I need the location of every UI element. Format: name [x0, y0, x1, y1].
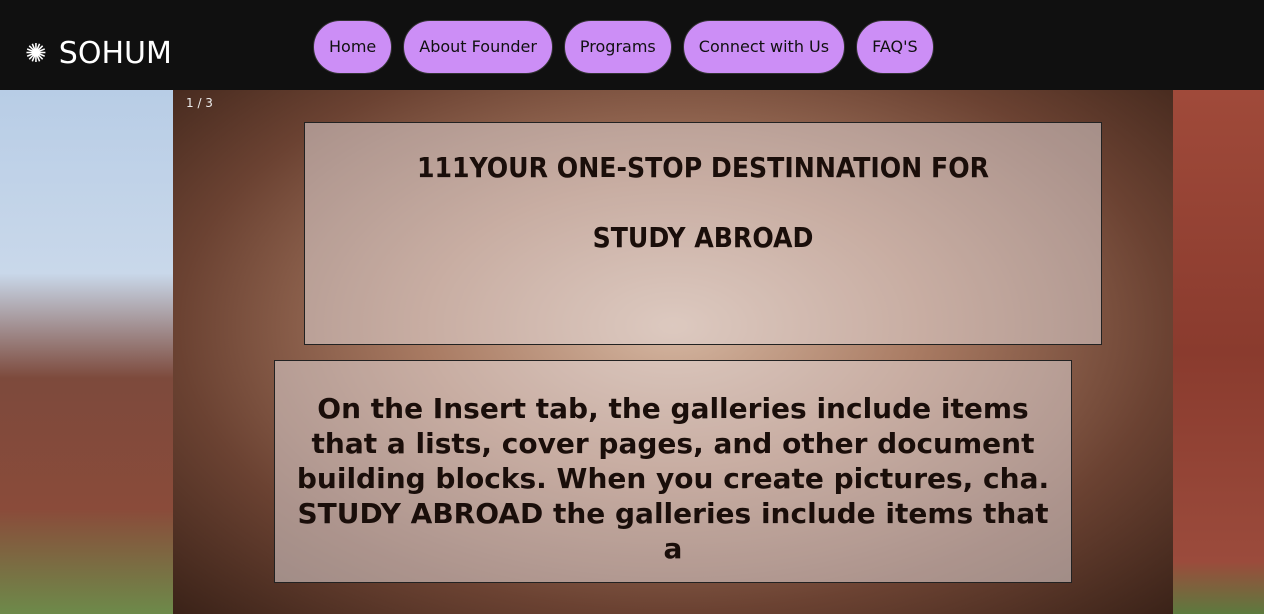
- nav-home[interactable]: Home: [313, 20, 393, 74]
- nav-about-founder[interactable]: About Founder: [403, 20, 553, 74]
- nav-faq[interactable]: FAQ'S: [856, 20, 934, 74]
- brand-name: SOHUM: [58, 36, 172, 71]
- campus-image-left: [0, 90, 173, 614]
- hero-body-text: On the Insert tab, the galleries include…: [296, 392, 1050, 565]
- sunburst-icon: ✺: [25, 38, 47, 69]
- nav-connect[interactable]: Connect with Us: [682, 20, 846, 74]
- brand-logo[interactable]: ✺ SOHUM: [25, 36, 172, 71]
- nav-menu: Home About Founder Programs Connect with…: [313, 20, 934, 74]
- nav-programs[interactable]: Programs: [563, 20, 672, 74]
- top-navbar: ✺ SOHUM Home About Founder Programs Conn…: [0, 0, 1264, 90]
- hero-title-line1: 111YOUR ONE-STOP DESTINNATION FOR: [416, 151, 990, 184]
- slide-counter: 1 / 3: [186, 96, 213, 110]
- hero-title-line2: STUDY ABROAD: [592, 221, 814, 254]
- hero-title-box: 111YOUR ONE-STOP DESTINNATION FOR STUDY …: [304, 122, 1102, 345]
- hero-body-box: On the Insert tab, the galleries include…: [274, 360, 1072, 583]
- campus-image-right: [1173, 90, 1264, 614]
